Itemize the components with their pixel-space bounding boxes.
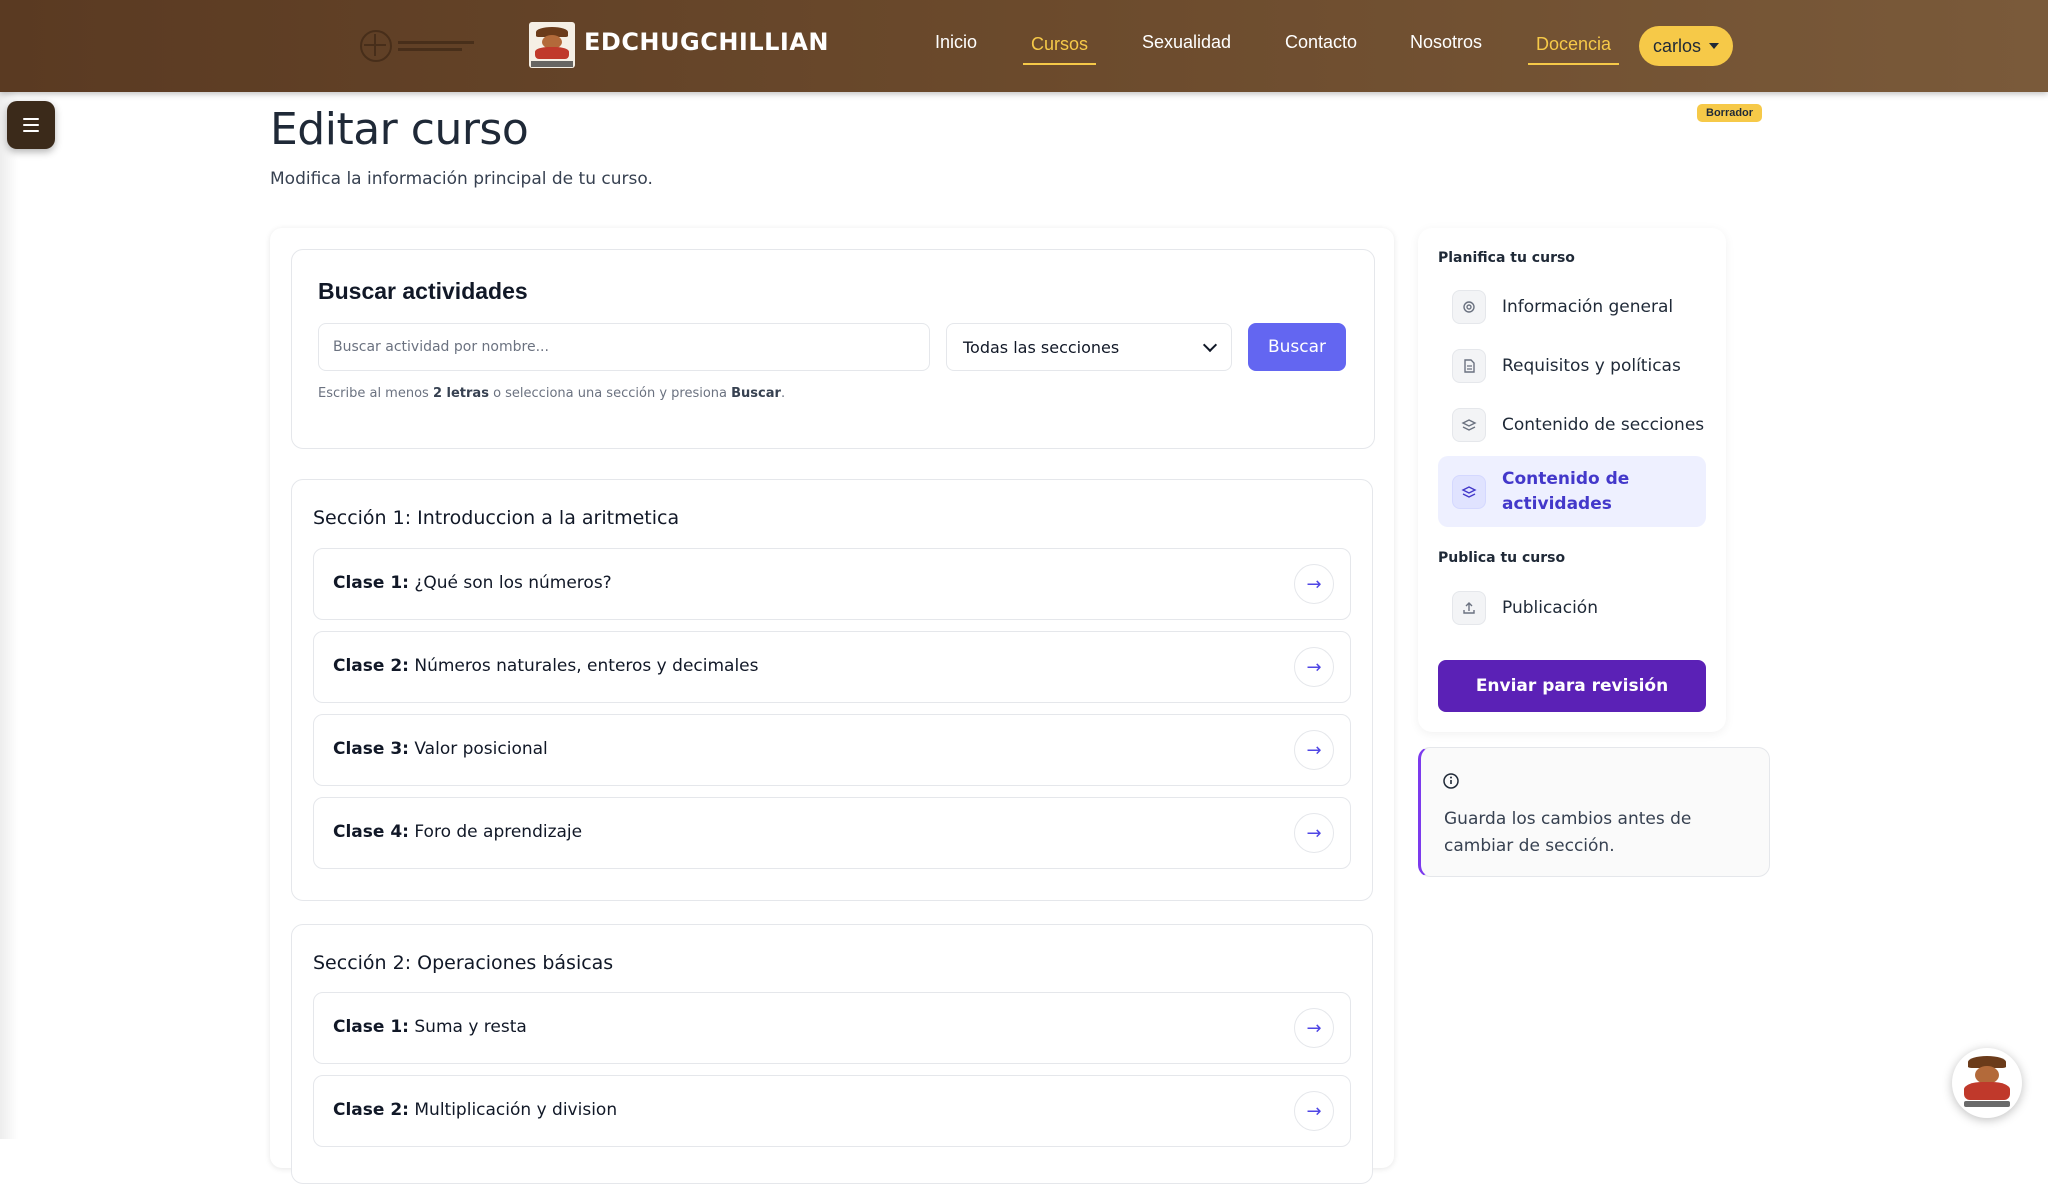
section-title: Sección 2: Operaciones básicas — [313, 952, 614, 974]
caret-down-icon — [1709, 43, 1719, 49]
sidebar-item-publicacion[interactable]: Publicación — [1438, 587, 1706, 629]
section-title: Sección 1: Introduccion a la aritmetica — [313, 507, 680, 529]
note-text: Guarda los cambios antes de cambiar de s… — [1444, 809, 1692, 856]
nav-link-docencia[interactable]: Docencia — [1527, 34, 1620, 65]
sidebar-item-label: Publicación — [1502, 597, 1598, 618]
nav-link-contacto[interactable]: Contacto — [1285, 32, 1357, 53]
page-subtitle: Modifica la información principal de tu … — [270, 169, 653, 189]
search-button[interactable]: Buscar — [1248, 323, 1346, 371]
info-icon — [1442, 772, 1460, 794]
search-hint: Escribe al menos 2 letras o selecciona u… — [318, 386, 786, 401]
user-menu-button[interactable]: carlos — [1639, 26, 1733, 66]
nav-link-nosotros[interactable]: Nosotros — [1410, 32, 1482, 53]
brand-name[interactable]: EDCHUGCHILLIAN — [584, 28, 829, 56]
class-row[interactable]: Clase 4: Foro de aprendizaje → — [313, 797, 1351, 869]
arrow-right-icon[interactable]: → — [1294, 1008, 1334, 1048]
arrow-right-icon[interactable]: → — [1294, 813, 1334, 853]
section-select[interactable]: Todas las secciones — [946, 323, 1232, 371]
search-input[interactable] — [318, 323, 930, 371]
publish-heading: Publica tu curso — [1438, 550, 1566, 566]
class-row[interactable]: Clase 1: ¿Qué son los números? → — [313, 548, 1351, 620]
class-row[interactable]: Clase 2: Números naturales, enteros y de… — [313, 631, 1351, 703]
top-navbar: EDCHUGCHILLIAN Inicio Cursos Sexualidad … — [0, 0, 2048, 92]
sidebar-item-label: Contenido de actividades — [1502, 468, 1630, 514]
gear-icon — [1452, 290, 1486, 324]
sidebar-edge — [0, 92, 18, 1139]
partner-logo — [360, 30, 478, 62]
layers-icon — [1452, 408, 1486, 442]
document-icon — [1452, 349, 1486, 383]
note-card: Guarda los cambios antes de cambiar de s… — [1418, 747, 1770, 877]
seal-icon — [360, 30, 392, 62]
sidebar-item-label: Información general — [1502, 296, 1674, 317]
class-row[interactable]: Clase 2: Multiplicación y division → — [313, 1075, 1351, 1147]
nav-link-cursos[interactable]: Cursos — [1022, 34, 1097, 65]
section-select-value: Todas las secciones — [963, 337, 1120, 357]
arrow-right-icon[interactable]: → — [1294, 564, 1334, 604]
class-row[interactable]: Clase 1: Suma y resta → — [313, 992, 1351, 1064]
user-name: carlos — [1652, 35, 1701, 56]
nav-link-inicio[interactable]: Inicio — [935, 32, 977, 53]
plan-heading: Planifica tu curso — [1438, 250, 1575, 266]
brand-logo[interactable] — [529, 22, 575, 68]
arrow-right-icon[interactable]: → — [1294, 730, 1334, 770]
sidebar-item-requisitos[interactable]: Requisitos y políticas — [1438, 345, 1706, 387]
sidebar-item-informacion-general[interactable]: Información general — [1438, 286, 1706, 328]
upload-icon — [1452, 591, 1486, 625]
submit-for-review-button[interactable]: Enviar para revisión — [1438, 660, 1706, 712]
layers-icon — [1452, 474, 1486, 509]
search-title: Buscar actividades — [318, 278, 528, 304]
arrow-right-icon[interactable]: → — [1294, 647, 1334, 687]
arrow-right-icon[interactable]: → — [1294, 1091, 1334, 1131]
menu-toggle-button[interactable] — [7, 101, 55, 149]
sidebar-item-contenido-actividades[interactable]: Contenido de actividades — [1438, 456, 1706, 527]
sidebar-item-contenido-secciones[interactable]: Contenido de secciones — [1438, 404, 1706, 446]
page-title: Editar curso — [270, 104, 529, 155]
chevron-down-icon — [1202, 337, 1218, 352]
nav-link-sexualidad[interactable]: Sexualidad — [1142, 32, 1231, 53]
sidebar-item-label: Requisitos y políticas — [1502, 355, 1681, 376]
status-badge: Borrador — [1697, 104, 1763, 122]
sidebar-item-label: Contenido de secciones — [1502, 414, 1705, 435]
class-row[interactable]: Clase 3: Valor posicional → — [313, 714, 1351, 786]
floating-logo-button[interactable] — [1952, 1048, 2022, 1118]
